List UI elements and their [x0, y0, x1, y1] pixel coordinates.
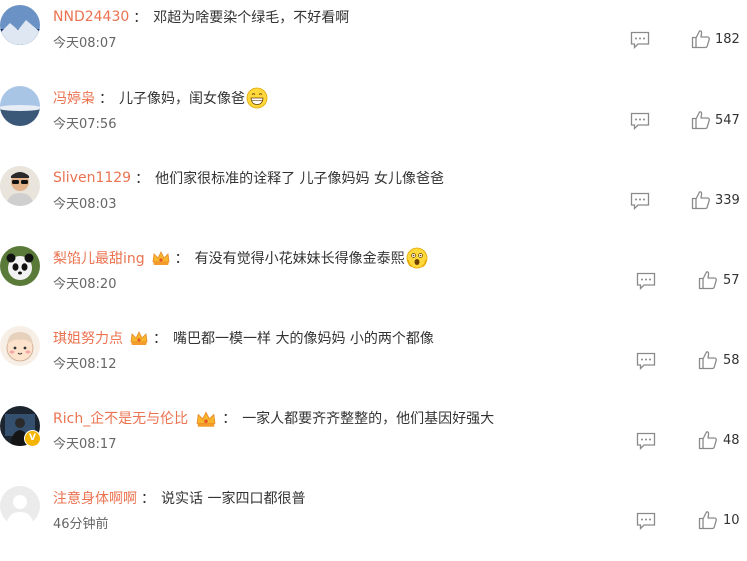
like-thumb-icon[interactable] [691, 110, 711, 130]
like-thumb-icon[interactable] [698, 430, 718, 450]
comment-time: 今天07:56 [53, 117, 117, 132]
like-thumb-icon[interactable] [698, 270, 718, 290]
avatar-landscape-icon[interactable] [0, 5, 40, 45]
reply-icon[interactable] [630, 192, 650, 210]
reply-icon[interactable] [630, 31, 650, 49]
separator: ： [133, 10, 148, 26]
avatar-sky-icon[interactable] [0, 86, 40, 126]
comment-time: 46分钟前 [53, 517, 109, 532]
comment-text: 嘴巴都一模一样 大的像妈妈 小的两个都像 [173, 331, 434, 347]
like-thumb-icon[interactable] [691, 190, 711, 210]
crown-badge-icon[interactable] [194, 409, 218, 427]
comment-item: 梨馅儿最甜ing ： 有没有觉得小花妹妹长得像金泰熙 今天08:20 57 [0, 241, 747, 321]
comment-text: 有没有觉得小花妹妹长得像金泰熙 [194, 251, 405, 267]
like-thumb-icon[interactable] [691, 29, 711, 49]
username-link[interactable]: Sliven1129 [53, 170, 131, 186]
comment-time: 今天08:12 [53, 357, 117, 372]
comment-text: 说实话 一家四口都很普 [161, 491, 306, 507]
like-count: 57 [723, 273, 740, 288]
crown-badge-icon[interactable] [129, 329, 149, 347]
separator: ： [135, 171, 150, 187]
comment-time: 今天08:20 [53, 277, 117, 292]
comment-text: 他们家很标准的诠释了 儿子像妈妈 女儿像爸爸 [155, 171, 444, 187]
like-count: 547 [715, 113, 740, 128]
comment-item: V Rich_企不是无与伦比 ： 一家人都要齐齐整整的，他们基因好强大 今天08… [0, 401, 747, 481]
like-thumb-icon[interactable] [698, 350, 718, 370]
crown-badge-icon[interactable] [151, 249, 171, 267]
avatar-panda-icon[interactable] [0, 246, 40, 286]
separator: ： [222, 411, 237, 427]
grin-emoji-icon [246, 87, 268, 109]
separator: ： [174, 251, 189, 267]
comment-text: 一家人都要齐齐整整的，他们基因好强大 [242, 411, 495, 427]
username-link[interactable]: 冯婷枭 [53, 88, 95, 108]
avatar-default-icon[interactable] [0, 486, 40, 526]
comment-time: 今天08:17 [53, 437, 117, 452]
like-thumb-icon[interactable] [698, 510, 718, 530]
comment-item: 注意身体啊啊 ： 说实话 一家四口都很普 46分钟前 10 [0, 481, 747, 561]
comment-time: 今天08:07 [53, 36, 117, 51]
separator: ： [141, 491, 155, 507]
comment-item: Sliven1129 ： 他们家很标准的诠释了 儿子像妈妈 女儿像爸爸 今天08… [0, 161, 747, 241]
comment-time: 今天08:03 [53, 197, 117, 212]
username-link[interactable]: 梨馅儿最甜ing [53, 248, 145, 268]
comment-item: 冯婷枭 ： 儿子像妈，闺女像爸 今天07:56 547 [0, 81, 747, 161]
username-link[interactable]: 注意身体啊啊 [53, 488, 137, 508]
like-count: 58 [723, 353, 740, 368]
verified-badge-icon: V [24, 430, 41, 447]
username-link[interactable]: Rich_企不是无与伦比 [53, 408, 188, 428]
like-count: 10 [723, 513, 740, 528]
reply-icon[interactable] [636, 352, 656, 370]
comment-item: NND24430 ： 邓超为啥要染个绿毛，不好看啊 今天08:07 182 [0, 0, 747, 80]
like-count: 48 [723, 433, 740, 448]
like-count: 182 [715, 32, 740, 47]
shocked-emoji-icon [406, 247, 428, 269]
avatar-person-sunglasses-icon[interactable] [0, 166, 40, 206]
comment-text: 邓超为啥要染个绿毛，不好看啊 [153, 10, 350, 26]
reply-icon[interactable] [636, 272, 656, 290]
comment-item: 琪姐努力点 ： 嘴巴都一模一样 大的像妈妈 小的两个都像 今天08:12 58 [0, 321, 747, 401]
reply-icon[interactable] [636, 432, 656, 450]
reply-icon[interactable] [636, 512, 656, 530]
username-link[interactable]: NND24430 [53, 9, 129, 25]
reply-icon[interactable] [630, 112, 650, 130]
comment-text: 儿子像妈，闺女像爸 [119, 91, 245, 107]
separator: ： [153, 331, 167, 347]
separator: ： [99, 91, 113, 107]
avatar-cartoon-face-icon[interactable] [0, 326, 40, 366]
username-link[interactable]: 琪姐努力点 [53, 328, 123, 348]
like-count: 339 [715, 193, 740, 208]
